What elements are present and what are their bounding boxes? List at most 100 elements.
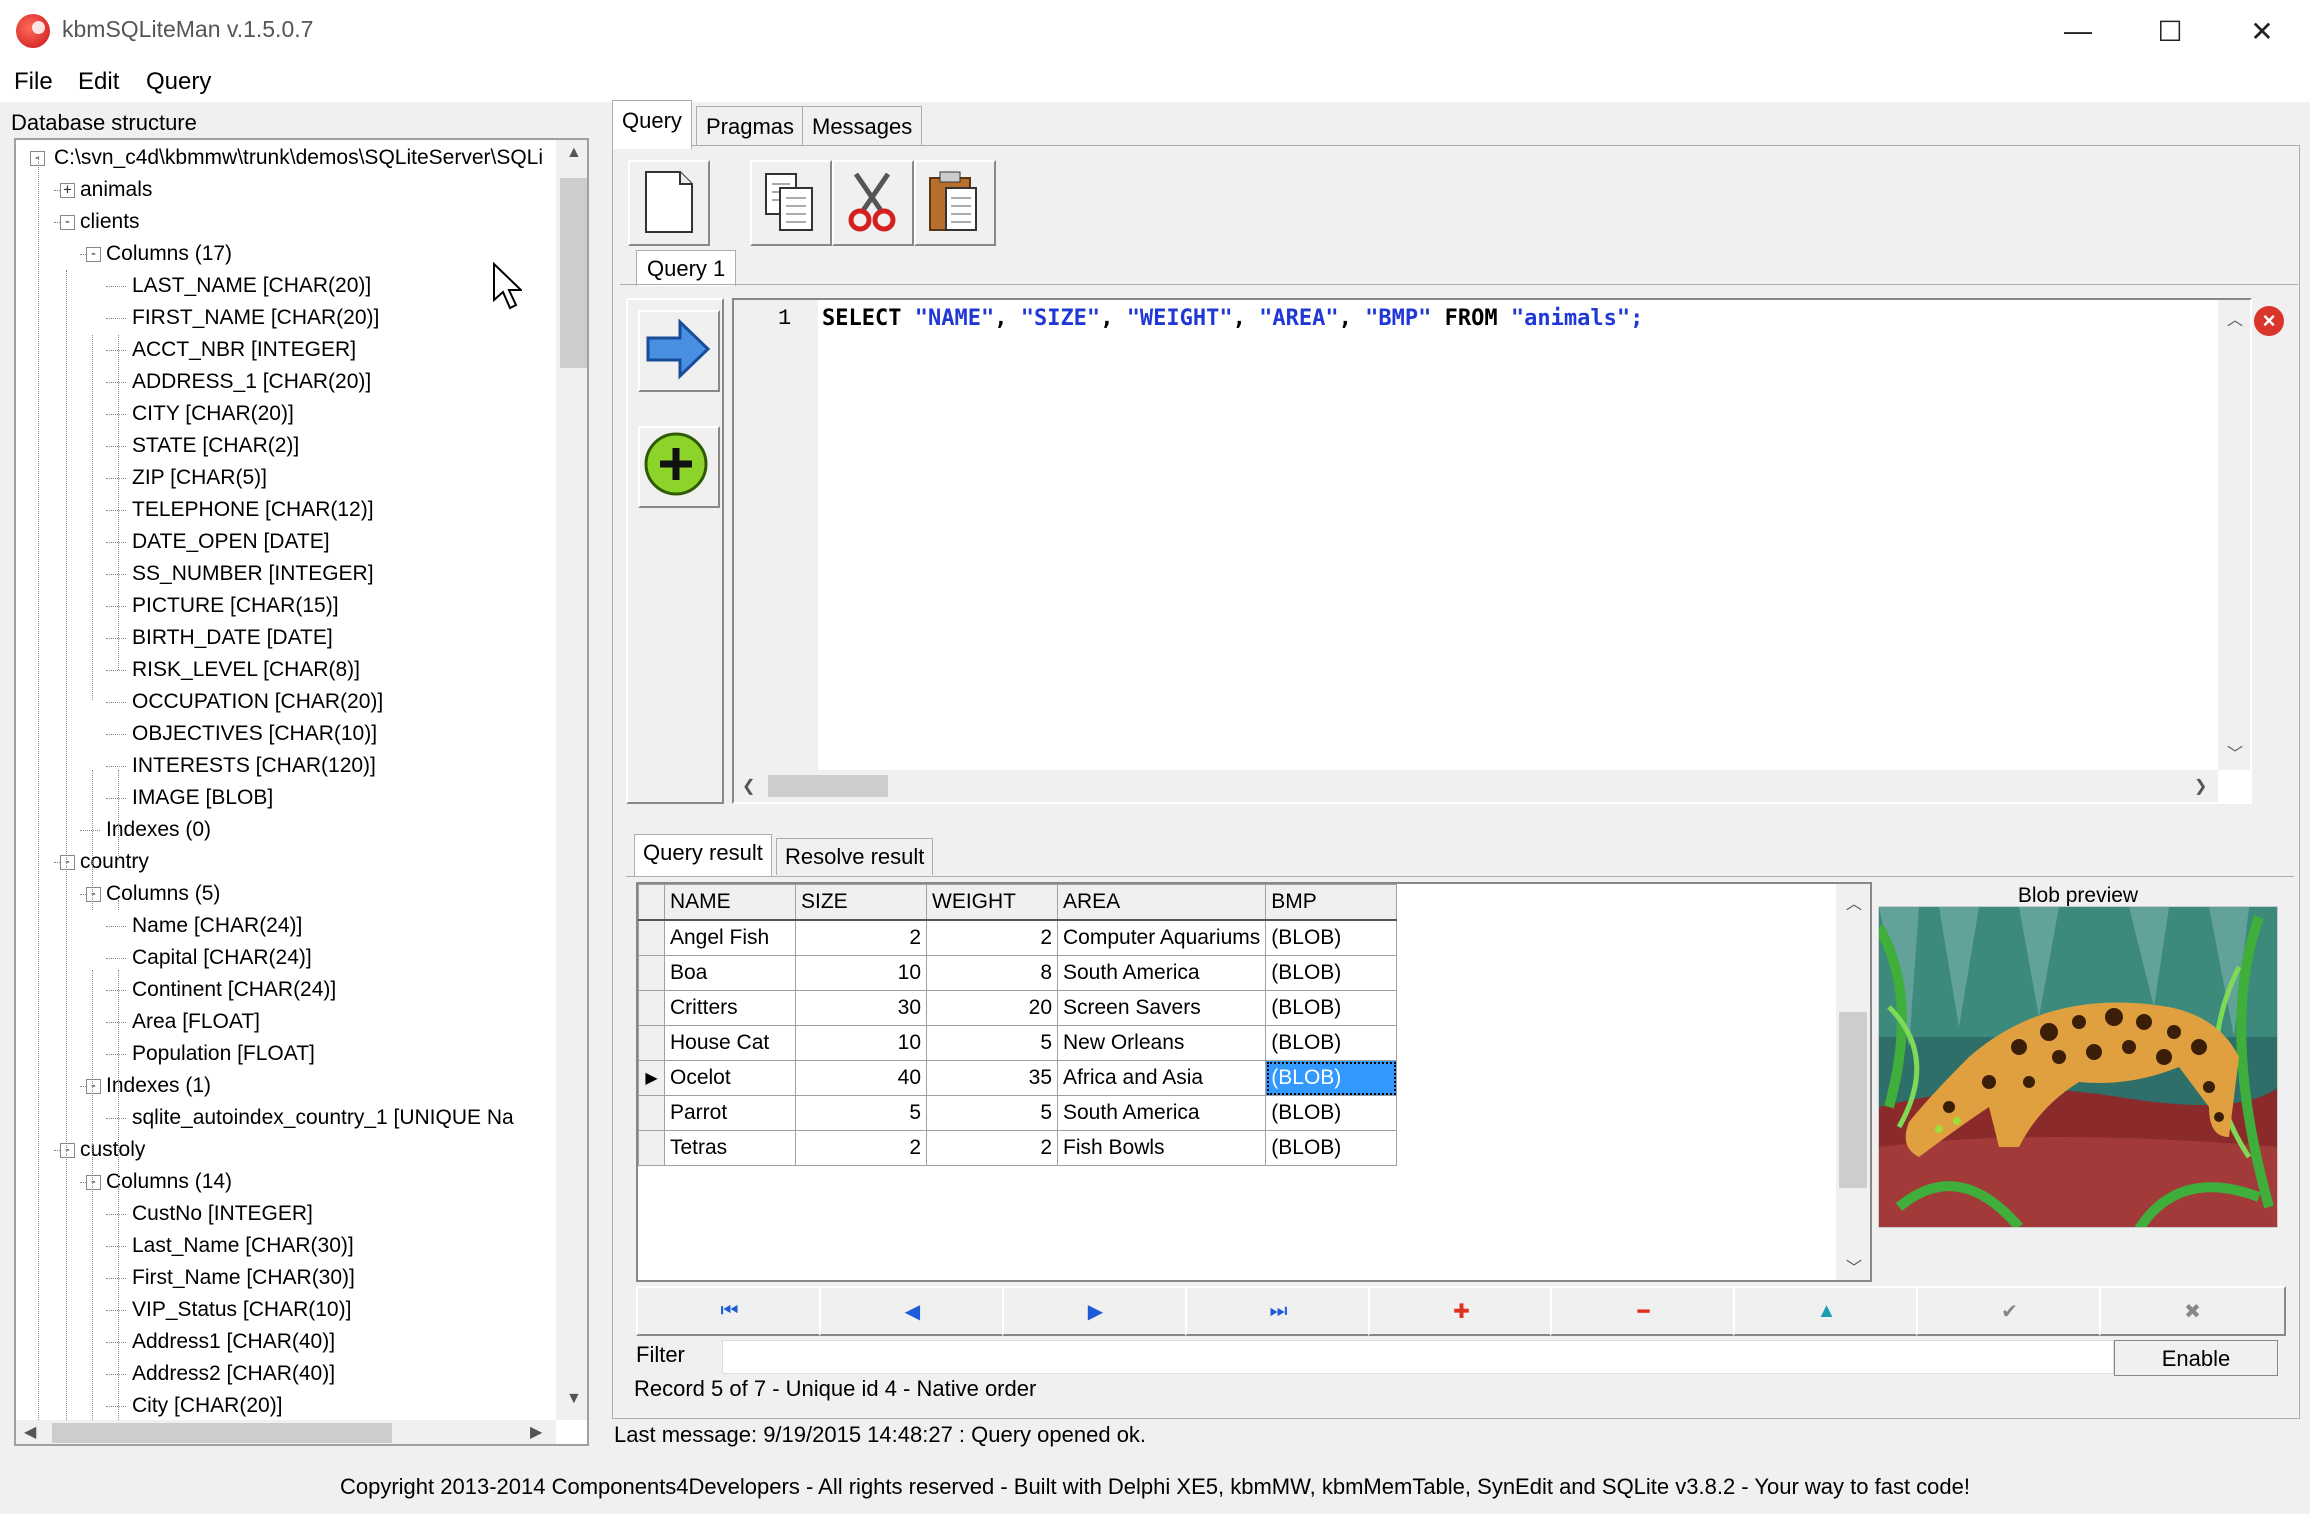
tree-leaf[interactable]: Area [FLOAT] [132, 1006, 260, 1038]
row-indicator[interactable] [638, 919, 665, 956]
grid-cell-size[interactable]: 5 [795, 1095, 927, 1131]
tree-leaf[interactable]: LAST_NAME [CHAR(20)] [132, 270, 371, 302]
grid-cell-size[interactable]: 40 [795, 1060, 927, 1096]
title-bar[interactable]: kbmSQLiteMan v.1.5.0.7 — ☐ ✕ [0, 0, 2310, 62]
grid-cell-name[interactable]: Boa [664, 955, 796, 991]
grid-row[interactable]: ▶ Ocelot 40 35 Africa and Asia (BLOB) [638, 1060, 1398, 1096]
tree-leaf[interactable]: RISK_LEVEL [CHAR(8)] [132, 654, 360, 686]
row-indicator[interactable] [638, 1025, 665, 1061]
tab-messages[interactable]: Messages [802, 106, 923, 147]
editor-vertical-scrollbar[interactable]: ︿ ﹀ [2218, 300, 2250, 770]
add-query-button[interactable] [638, 426, 720, 508]
collapse-icon[interactable]: - [86, 247, 101, 262]
nav-last-button[interactable]: ⏭ [1185, 1286, 1372, 1336]
paste-button[interactable] [914, 160, 996, 246]
row-indicator[interactable] [638, 955, 665, 991]
tab-pragmas[interactable]: Pragmas [696, 106, 805, 147]
tree-node[interactable]: Columns (17) [106, 238, 232, 270]
enable-filter-button[interactable]: Enable [2114, 1340, 2278, 1376]
column-header-name[interactable]: NAME [664, 884, 796, 921]
collapse-icon[interactable]: - [86, 1175, 101, 1190]
column-header-weight[interactable]: WEIGHT [926, 884, 1058, 921]
tree-leaf[interactable]: Population [FLOAT] [132, 1038, 315, 1070]
scroll-down-icon[interactable]: ﹀ [2227, 740, 2243, 764]
tree-node[interactable]: country [80, 846, 149, 878]
tree-leaf[interactable]: VIP_Status [CHAR(10)] [132, 1294, 351, 1326]
scroll-up-icon[interactable]: ︿ [1846, 890, 1862, 914]
tab-query-result[interactable]: Query result [634, 834, 772, 877]
column-header-area[interactable]: AREA [1056, 884, 1267, 921]
tree-leaf[interactable]: FIRST_NAME [CHAR(20)] [132, 302, 379, 334]
tree-leaf[interactable]: sqlite_autoindex_country_1 [UNIQUE Na [132, 1102, 514, 1134]
tree-leaf[interactable]: IMAGE [BLOB] [132, 782, 273, 814]
grid-cell-weight[interactable]: 20 [926, 990, 1058, 1026]
grid-row[interactable]: Boa 10 8 South America (BLOB) [638, 955, 1398, 991]
grid-cell-bmp[interactable]: (BLOB) [1265, 990, 1398, 1026]
grid-cell-size[interactable]: 30 [795, 990, 927, 1026]
grid-cell-bmp[interactable]: (BLOB) [1265, 955, 1398, 991]
tab-query-1[interactable]: Query 1 [636, 250, 737, 286]
grid-row[interactable]: Critters 30 20 Screen Savers (BLOB) [638, 990, 1398, 1026]
scroll-up-icon[interactable]: ︿ [2227, 306, 2243, 330]
tree-leaf[interactable]: Last_Name [CHAR(30)] [132, 1230, 354, 1262]
maximize-button[interactable]: ☐ [2124, 0, 2216, 62]
copy-button[interactable] [750, 160, 832, 246]
grid-vertical-scrollbar[interactable]: ︿ ﹀ [1836, 884, 1870, 1280]
scroll-right-icon[interactable]: ❯ [2194, 776, 2207, 796]
grid-cell-area[interactable]: South America [1056, 1095, 1267, 1131]
grid-row[interactable]: House Cat 10 5 New Orleans (BLOB) [638, 1025, 1398, 1061]
tree-leaf[interactable]: CITY [CHAR(20)] [132, 398, 294, 430]
scroll-left-icon[interactable]: ❮ [742, 776, 755, 796]
grid-cell-size[interactable]: 2 [795, 1130, 927, 1166]
grid-cell-area[interactable]: New Orleans [1056, 1025, 1267, 1061]
grid-cell-area[interactable]: Fish Bowls [1056, 1130, 1267, 1166]
collapse-icon[interactable]: - [86, 1079, 101, 1094]
scroll-down-icon[interactable]: ▼ [566, 1390, 582, 1408]
tree-leaf[interactable]: SS_NUMBER [INTEGER] [132, 558, 374, 590]
grid-cell-weight[interactable]: 5 [926, 1095, 1058, 1131]
grid-row[interactable]: Parrot 5 5 South America (BLOB) [638, 1095, 1398, 1131]
scroll-down-icon[interactable]: ﹀ [1846, 1254, 1862, 1278]
close-query-icon[interactable]: × [2254, 306, 2284, 336]
execute-query-button[interactable] [638, 310, 720, 392]
tree-leaf[interactable]: OBJECTIVES [CHAR(10)] [132, 718, 377, 750]
tab-resolve-result[interactable]: Resolve result [776, 838, 934, 875]
tree-node[interactable]: animals [80, 174, 152, 206]
grid-row[interactable]: Tetras 2 2 Fish Bowls (BLOB) [638, 1130, 1398, 1166]
grid-cell-bmp[interactable]: (BLOB) [1265, 1130, 1398, 1166]
grid-cell-size[interactable]: 2 [795, 919, 927, 956]
grid-cell-name[interactable]: Critters [664, 990, 796, 1026]
new-query-button[interactable] [628, 160, 710, 246]
grid-cell-bmp[interactable]: (BLOB) [1265, 1025, 1398, 1061]
cut-button[interactable] [832, 160, 914, 246]
row-indicator[interactable] [638, 1095, 665, 1131]
grid-cell-weight[interactable]: 2 [926, 1130, 1058, 1166]
tree-leaf[interactable]: STATE [CHAR(2)] [132, 430, 299, 462]
grid-cell-name[interactable]: Ocelot [664, 1060, 796, 1096]
tree-leaf[interactable]: City [CHAR(20)] [132, 1390, 283, 1420]
row-indicator[interactable] [638, 990, 665, 1026]
tree-leaf[interactable]: Address2 [CHAR(40)] [132, 1358, 335, 1390]
tree-leaf[interactable]: DATE_OPEN [DATE] [132, 526, 330, 558]
nav-next-button[interactable]: ▶ [1002, 1286, 1189, 1336]
nav-edit-button[interactable]: ▲ [1733, 1286, 1920, 1336]
editor-horizontal-scrollbar[interactable]: ❮ ❯ [734, 770, 2218, 802]
app-icon[interactable] [16, 14, 50, 48]
grid-cell-size[interactable]: 10 [795, 1025, 927, 1061]
tree-leaf[interactable]: ADDRESS_1 [CHAR(20)] [132, 366, 371, 398]
grid-cell-name[interactable]: Angel Fish [664, 919, 796, 956]
tree-leaf[interactable]: CustNo [INTEGER] [132, 1198, 313, 1230]
nav-insert-button[interactable]: ✚ [1368, 1286, 1555, 1336]
tree-node[interactable]: Columns (5) [106, 878, 220, 910]
tree-node[interactable]: custoly [80, 1134, 145, 1166]
grid-cell-name[interactable]: Parrot [664, 1095, 796, 1131]
result-grid[interactable]: NAME SIZE WEIGHT AREA BMP Angel Fish 2 2 Co… [636, 882, 1872, 1282]
current-row-indicator-icon[interactable]: ▶ [638, 1060, 665, 1096]
grid-cell-weight[interactable]: 2 [926, 919, 1058, 956]
menu-query[interactable]: Query [146, 68, 211, 96]
collapse-icon[interactable]: - [60, 855, 75, 870]
scroll-left-icon[interactable]: ◀ [24, 1422, 36, 1442]
tree-leaf[interactable]: INTERESTS [CHAR(120)] [132, 750, 376, 782]
collapse-icon[interactable]: - [60, 1143, 75, 1158]
expand-icon[interactable]: + [60, 183, 75, 198]
